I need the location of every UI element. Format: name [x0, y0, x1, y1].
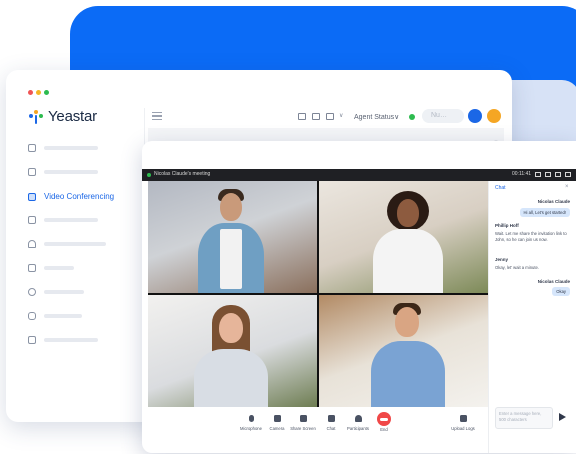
share-screen-icon — [299, 415, 307, 422]
sidebar-item-voicemail[interactable] — [28, 288, 84, 296]
list-settings-icon — [28, 336, 36, 344]
yeastar-logo-icon — [28, 109, 44, 125]
sidebar-item-video-conferencing[interactable]: Video Conferencing — [28, 192, 114, 201]
sidebar-item-placeholder — [44, 146, 98, 150]
grid-icon[interactable] — [298, 113, 306, 120]
avatar[interactable] — [487, 109, 501, 123]
close-dot[interactable] — [28, 90, 33, 95]
maximize-dot[interactable] — [44, 90, 49, 95]
video-grid — [148, 181, 488, 407]
menu-icon[interactable] — [152, 112, 162, 120]
camera-icon — [273, 415, 281, 422]
sidebar-item-headset[interactable] — [28, 240, 106, 248]
sidebar-item-placeholder — [44, 218, 98, 222]
brand-name: Yeastar — [48, 108, 97, 125]
recording-indicator — [147, 173, 151, 177]
chat-sender: Jenny — [495, 257, 509, 262]
sidebar-item-placeholder — [44, 266, 74, 270]
sidebar-item-file[interactable] — [28, 264, 74, 272]
sidebar-item-documents[interactable] — [28, 168, 98, 176]
participants-icon — [354, 415, 362, 422]
fullscreen-icon[interactable] — [555, 172, 561, 177]
upload-logs-button[interactable]: Upload Logs — [446, 415, 480, 431]
chat-title: Chat — [495, 185, 506, 191]
agent-status-dropdown[interactable]: Agent Status∨ — [354, 113, 399, 121]
meeting-window: Nicolas Claude's meeting 00:11:41 Chat ×… — [142, 141, 576, 453]
video-tile[interactable] — [319, 295, 488, 407]
upload-logs-label: Upload Logs — [451, 426, 475, 431]
sidebar-item-placeholder — [44, 338, 98, 342]
headset-icon — [28, 240, 36, 248]
end-call-button[interactable]: End — [367, 412, 401, 432]
send-icon[interactable] — [559, 413, 566, 421]
chat-message: Wait. Let me share the invitation link t… — [495, 231, 567, 242]
sidebar-item-label: Video Conferencing — [44, 192, 115, 201]
search-input[interactable]: Nu… — [422, 109, 464, 123]
microphone-icon — [248, 415, 254, 422]
chat-sender: Nicolas Claude — [537, 199, 570, 204]
sidebar-item-settings[interactable] — [28, 336, 98, 344]
sidebar-item-monitor[interactable] — [28, 216, 98, 224]
document-icon — [28, 168, 36, 176]
chat-message: Okay, let' wait a minute. — [495, 265, 540, 270]
top-bar: ∨ Agent Status∨ Nu… — [148, 104, 512, 128]
chat-sender: Phillip Hoff — [495, 223, 519, 228]
sidebar-item-placeholder — [44, 242, 106, 246]
phone-icon[interactable] — [468, 109, 482, 123]
layout-icon[interactable] — [535, 172, 541, 177]
grid-view-icon[interactable] — [545, 172, 551, 177]
sidebar-item-placeholder — [44, 170, 98, 174]
close-icon[interactable]: × — [565, 184, 569, 190]
chat-panel: Chat × Nicolas Claude Hi all, Let's get … — [488, 181, 576, 453]
sidebar-item-contacts[interactable] — [28, 144, 98, 152]
sidebar-item-placeholder — [44, 290, 84, 294]
sidebar: Video Conferencing — [6, 128, 142, 422]
upload-logs-icon — [459, 415, 467, 422]
chat-message-input[interactable]: Enter a message here, 500 characters — [495, 407, 553, 429]
voicemail-icon — [28, 288, 36, 296]
contacts-icon — [28, 144, 36, 152]
monitor-icon — [28, 216, 36, 224]
minimize-dot[interactable] — [36, 90, 41, 95]
video-tile[interactable] — [148, 295, 317, 407]
video-tile[interactable] — [148, 181, 317, 293]
chat-message: Hi all, Let's get started! — [519, 208, 570, 217]
calendar-icon[interactable] — [312, 113, 320, 120]
chat-icon — [327, 415, 335, 422]
window-close-icon[interactable] — [565, 172, 571, 177]
end-call-icon — [377, 412, 391, 426]
chat-sender: Nicolas Claude — [537, 279, 570, 284]
screen-icon[interactable] — [326, 113, 334, 120]
end-call-label: End — [380, 427, 388, 432]
window-controls — [28, 90, 49, 95]
meeting-title: Nicolas Claude's meeting — [154, 171, 211, 177]
brand-logo: Yeastar — [28, 108, 97, 125]
meeting-timer: 00:11:41 — [512, 171, 532, 177]
chevron-down-icon[interactable]: ∨ — [339, 112, 347, 119]
video-tile[interactable] — [319, 181, 488, 293]
video-conferencing-icon — [28, 192, 36, 201]
file-icon — [28, 264, 36, 272]
status-indicator — [409, 114, 415, 120]
meeting-toolbar: Microphone Camera Share Screen Chat Part… — [142, 407, 488, 453]
chat-message: Okay — [552, 287, 570, 296]
microphone-icon — [28, 312, 36, 320]
sidebar-item-placeholder — [44, 314, 82, 318]
meeting-title-bar: Nicolas Claude's meeting 00:11:41 — [142, 169, 576, 181]
sidebar-item-microphone[interactable] — [28, 312, 82, 320]
